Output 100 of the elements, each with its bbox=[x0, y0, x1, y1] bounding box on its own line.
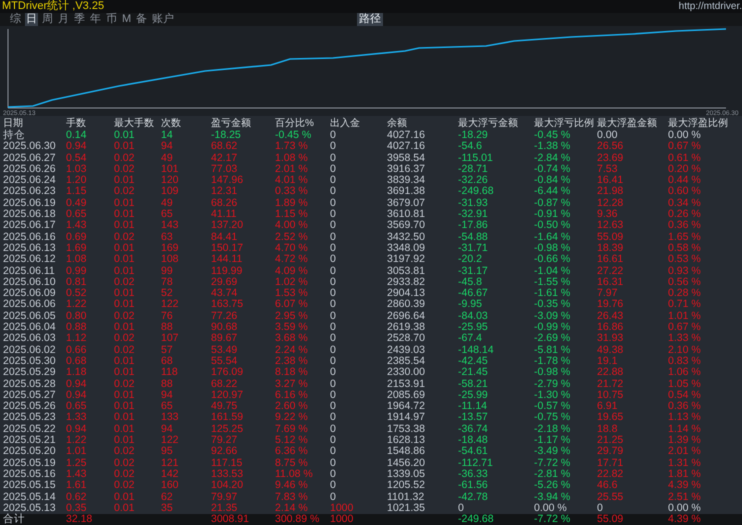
table-cell-text: -5.26 % bbox=[534, 480, 572, 492]
table-cell-text: 3.27 % bbox=[275, 378, 309, 390]
period-tab[interactable]: 周 bbox=[41, 13, 54, 26]
table-cell-text: 2.14 % bbox=[275, 502, 309, 514]
table-cell-text: -1.04 % bbox=[534, 266, 572, 277]
table-cell-text: -42.45 bbox=[458, 356, 489, 368]
table-cell-text: 0.01 bbox=[114, 401, 136, 412]
table-cell-text: 4.01 % bbox=[275, 175, 309, 186]
view-tab[interactable]: 路径 bbox=[357, 13, 384, 26]
table-cell-text: -11.14 bbox=[458, 401, 488, 412]
table-cell-text: 3432.50 bbox=[387, 232, 426, 243]
table-cell-text: 4.09 % bbox=[275, 266, 309, 277]
table-cell-text: 0 bbox=[330, 480, 337, 492]
table-cell-text: 0.34 % bbox=[668, 198, 702, 210]
table-cell-text: 17.71 bbox=[597, 458, 624, 469]
table-cell-text: 1753.38 bbox=[387, 424, 426, 436]
period-tab[interactable]: 年 bbox=[89, 13, 102, 26]
table-cell-text: 160 bbox=[161, 480, 180, 492]
table-cell-text: 0 bbox=[330, 424, 337, 436]
table-cell-text: 95 bbox=[161, 446, 174, 458]
table-cell-text: 2025.05.13 bbox=[3, 502, 57, 514]
table-cell-text: 19.76 bbox=[597, 299, 624, 311]
table-cell-text: 0 bbox=[330, 333, 337, 345]
table-cell-text: 0.01 bbox=[114, 390, 136, 402]
table-cell-text: -54.88 bbox=[458, 232, 489, 243]
table-cell-text: 2025.06.11 bbox=[3, 266, 56, 277]
table-cell-text: 0.94 bbox=[66, 424, 88, 436]
table-cell-text: 0.01 bbox=[114, 356, 136, 368]
table-cell-text: 0.67 % bbox=[668, 322, 702, 334]
table-cell-text: 25.55 bbox=[597, 492, 624, 503]
table-cell-text: 2025.05.22 bbox=[3, 424, 57, 436]
table-cell-text: 94 bbox=[161, 141, 174, 153]
table-cell-text: -7.72 % bbox=[534, 514, 572, 525]
table-cell-text: -0.66 % bbox=[534, 254, 572, 266]
table-cell-text: 3053.81 bbox=[387, 266, 426, 277]
table-cell-text: 0 bbox=[330, 322, 337, 334]
table-cell-text: 2025.06.17 bbox=[3, 220, 57, 232]
table-cell-text: 0 bbox=[330, 266, 337, 277]
table-cell-text: 49 bbox=[161, 152, 174, 164]
table-cell-text: -1.30 % bbox=[534, 390, 572, 402]
table-cell-text: 2025.05.14 bbox=[3, 492, 57, 503]
table-cell-text: 2025.06.04 bbox=[3, 322, 57, 334]
table-cell-text: 2.24 % bbox=[275, 344, 309, 356]
period-tab[interactable]: 综 bbox=[9, 13, 22, 26]
table-cell-text: -0.50 % bbox=[534, 220, 572, 232]
table-cell-text: 0.88 bbox=[66, 322, 88, 334]
table-cell-text: 4.39 % bbox=[668, 514, 702, 525]
table-cell-text: -5.81 % bbox=[534, 344, 572, 356]
table-cell-text: 2025.06.23 bbox=[3, 186, 57, 198]
period-tab[interactable]: 账户 bbox=[151, 13, 176, 26]
table-cell-text: 1021.35 bbox=[387, 502, 426, 514]
column-header: 最大浮盈比例 bbox=[668, 116, 729, 130]
period-tab[interactable]: 日 bbox=[25, 13, 38, 26]
table-cell-text: 23.69 bbox=[597, 152, 624, 164]
table-cell-text: 88 bbox=[161, 378, 174, 390]
period-tab[interactable]: M bbox=[121, 13, 132, 26]
table-cell-text: 1.12 bbox=[66, 333, 88, 345]
period-tab[interactable]: 月 bbox=[57, 13, 70, 26]
table-cell-text: 5.12 % bbox=[275, 435, 309, 446]
table-cell-text: 1.53 % bbox=[275, 288, 309, 300]
table-cell-text: 9.36 bbox=[597, 209, 618, 220]
period-tab[interactable]: 季 bbox=[73, 13, 86, 26]
table-cell-text: 2025.06.24 bbox=[3, 175, 57, 186]
table-cell-text: 169 bbox=[161, 242, 180, 254]
table-cell-text: 1.15 % bbox=[275, 209, 309, 220]
table-cell-text: 1.73 % bbox=[275, 141, 309, 153]
table-cell-text: 0 bbox=[330, 367, 337, 379]
table-cell-text: 63 bbox=[161, 232, 174, 243]
table-cell-text: 0 bbox=[330, 299, 337, 311]
table-cell-text: 合计 bbox=[3, 514, 26, 525]
table-cell-text: 0 bbox=[330, 209, 337, 220]
table-cell-text: 0.62 bbox=[66, 492, 88, 503]
table-cell-text: 1.89 % bbox=[275, 198, 309, 210]
table-cell-text: 0.65 bbox=[66, 401, 88, 412]
table-cell-text: -3.94 % bbox=[534, 492, 572, 503]
table-cell-text: -6.44 % bbox=[534, 186, 572, 198]
table-cell-text: -1.61 % bbox=[534, 288, 572, 300]
table-cell-text: -2.18 % bbox=[534, 424, 572, 436]
table-cell-text: 7.53 bbox=[597, 164, 618, 176]
table-cell-text: 1.03 bbox=[66, 164, 88, 176]
table-cell-text: 133 bbox=[161, 412, 180, 424]
table-cell-text: -36.74 bbox=[458, 424, 489, 436]
table-cell-text: 94 bbox=[161, 390, 174, 402]
table-cell-text: 2025.06.10 bbox=[3, 276, 57, 288]
table-cell-text: -1.17 % bbox=[534, 435, 572, 446]
table-cell-text: 68 bbox=[161, 356, 174, 368]
table-cell-text: 0 bbox=[330, 141, 337, 153]
column-header: 盈亏金额 bbox=[211, 116, 252, 130]
period-tab[interactable]: 币 bbox=[105, 13, 118, 26]
table-cell-text: 0.01 bbox=[114, 254, 136, 266]
table-cell-text: 0.54 bbox=[66, 152, 88, 164]
table-cell-text: 88 bbox=[161, 322, 174, 334]
table-cell-text: 0.00 % bbox=[668, 502, 702, 514]
website-link[interactable]: http://mtdriver. bbox=[678, 0, 742, 13]
table-cell-text: 21.98 bbox=[597, 186, 624, 198]
table-cell-text: 121 bbox=[161, 458, 180, 469]
period-tab[interactable]: 备 bbox=[135, 13, 148, 26]
table-cell-text: 104.20 bbox=[211, 480, 244, 492]
table-cell-text: 3197.92 bbox=[387, 254, 426, 266]
table-cell-text: 19.65 bbox=[597, 412, 624, 424]
